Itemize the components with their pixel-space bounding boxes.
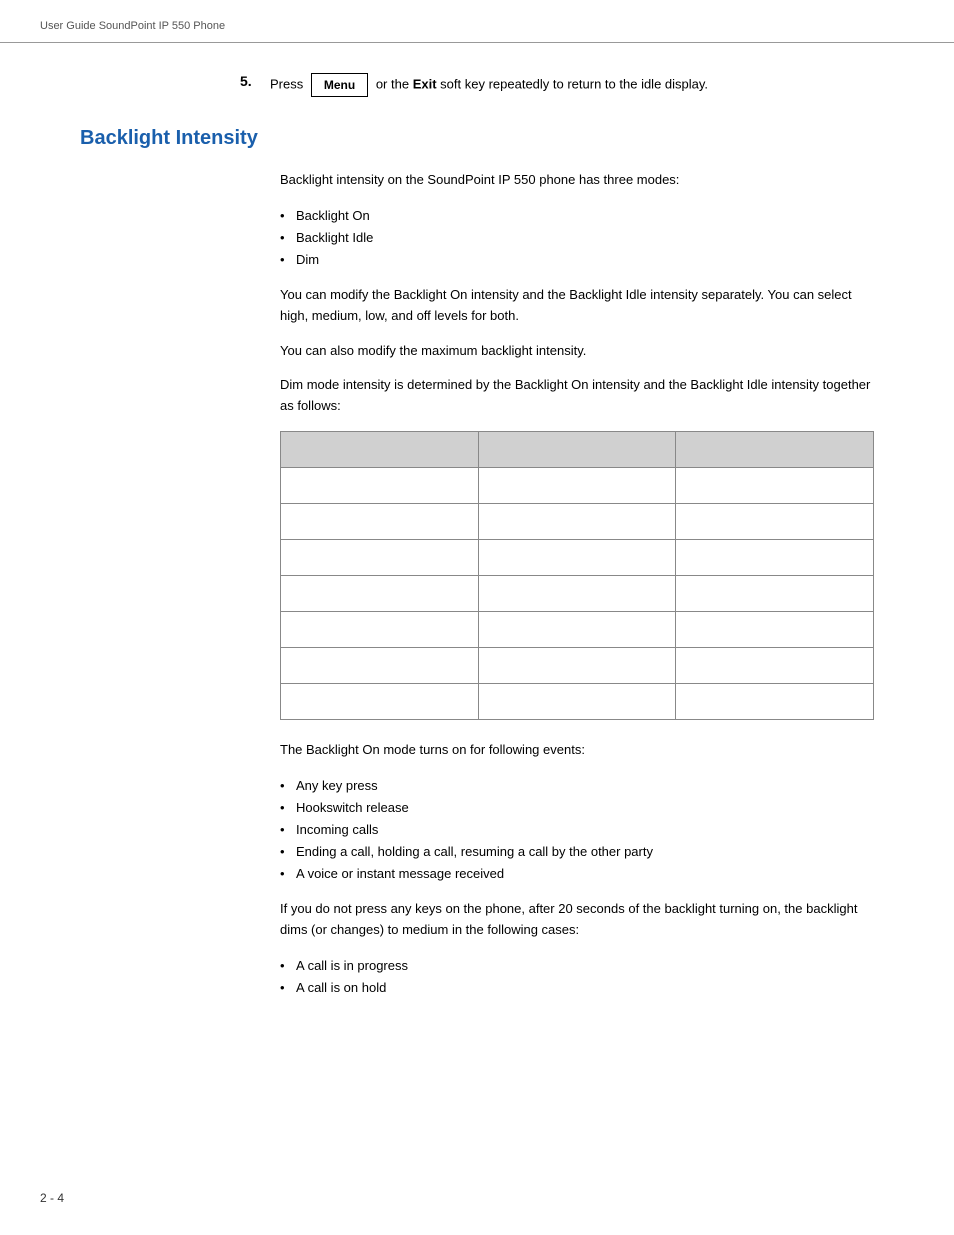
table-cell xyxy=(478,468,676,504)
list-item: A call is on hold xyxy=(280,977,874,999)
backlight-on-para: The Backlight On mode turns on for follo… xyxy=(280,740,874,761)
table-header xyxy=(281,432,874,468)
table-cell xyxy=(676,648,874,684)
list-item: Dim xyxy=(280,249,874,271)
list-item: Any key press xyxy=(280,775,874,797)
body-content: Backlight intensity on the SoundPoint IP… xyxy=(40,170,914,999)
intensity-table xyxy=(280,431,874,720)
list-item: Ending a call, holding a call, resuming … xyxy=(280,841,874,863)
table-cell xyxy=(281,612,479,648)
table-row xyxy=(281,576,874,612)
dim-cases-list: A call is in progress A call is on hold xyxy=(280,955,874,999)
table-cell xyxy=(281,648,479,684)
para2: You can modify the Backlight On intensit… xyxy=(280,285,874,327)
list-item: Incoming calls xyxy=(280,819,874,841)
table-cell xyxy=(478,612,676,648)
section-title: Backlight Intensity xyxy=(40,127,914,150)
para4: Dim mode intensity is determined by the … xyxy=(280,375,874,417)
list-item: A voice or instant message received xyxy=(280,863,874,885)
table-cell xyxy=(478,576,676,612)
dim-paragraph: If you do not press any keys on the phon… xyxy=(280,899,874,941)
table-row xyxy=(281,684,874,720)
main-content: 5. Press Menu or the Exit soft key repea… xyxy=(0,73,954,1053)
intro-paragraph: Backlight intensity on the SoundPoint IP… xyxy=(280,170,874,191)
table-row xyxy=(281,612,874,648)
page-footer: 2 - 4 xyxy=(40,1191,64,1205)
list-item: A call is in progress xyxy=(280,955,874,977)
table-header-cell xyxy=(478,432,676,468)
table-cell xyxy=(478,504,676,540)
table-header-row xyxy=(281,432,874,468)
page-header: User Guide SoundPoint IP 550 Phone xyxy=(0,0,954,43)
events-list: Any key press Hookswitch release Incomin… xyxy=(280,775,874,885)
exit-bold-word: Exit xyxy=(413,76,437,91)
table-row xyxy=(281,504,874,540)
table-cell xyxy=(676,612,874,648)
table-row xyxy=(281,540,874,576)
table-cell xyxy=(281,540,479,576)
table-cell xyxy=(676,540,874,576)
list-item: Hookswitch release xyxy=(280,797,874,819)
step-text-before: Press xyxy=(270,76,303,91)
step-text-after: or the xyxy=(376,76,409,91)
step-number: 5. xyxy=(240,73,260,89)
table-cell xyxy=(478,540,676,576)
modes-list: Backlight On Backlight Idle Dim xyxy=(280,205,874,271)
table-header-cell xyxy=(676,432,874,468)
table-cell xyxy=(676,684,874,720)
table-cell xyxy=(478,648,676,684)
table-body xyxy=(281,468,874,720)
header-text: User Guide SoundPoint IP 550 Phone xyxy=(40,20,225,32)
table-cell xyxy=(676,576,874,612)
table-row xyxy=(281,648,874,684)
menu-button-label: Menu xyxy=(311,73,368,97)
step-5-row: 5. Press Menu or the Exit soft key repea… xyxy=(240,73,914,97)
table-cell xyxy=(281,684,479,720)
table-header-cell xyxy=(281,432,479,468)
table-cell xyxy=(281,468,479,504)
para3: You can also modify the maximum backligh… xyxy=(280,341,874,362)
table-cell xyxy=(281,504,479,540)
table-cell xyxy=(676,504,874,540)
page-number: 2 - 4 xyxy=(40,1191,64,1205)
step-text-rest: soft key repeatedly to return to the idl… xyxy=(440,76,708,91)
page-wrapper: User Guide SoundPoint IP 550 Phone 5. Pr… xyxy=(0,0,954,1235)
step-5-content: Press Menu or the Exit soft key repeated… xyxy=(270,73,708,97)
list-item: Backlight On xyxy=(280,205,874,227)
list-item: Backlight Idle xyxy=(280,227,874,249)
table-cell xyxy=(676,468,874,504)
table-cell xyxy=(478,684,676,720)
table-row xyxy=(281,468,874,504)
step-5-section: 5. Press Menu or the Exit soft key repea… xyxy=(40,73,914,97)
table-cell xyxy=(281,576,479,612)
